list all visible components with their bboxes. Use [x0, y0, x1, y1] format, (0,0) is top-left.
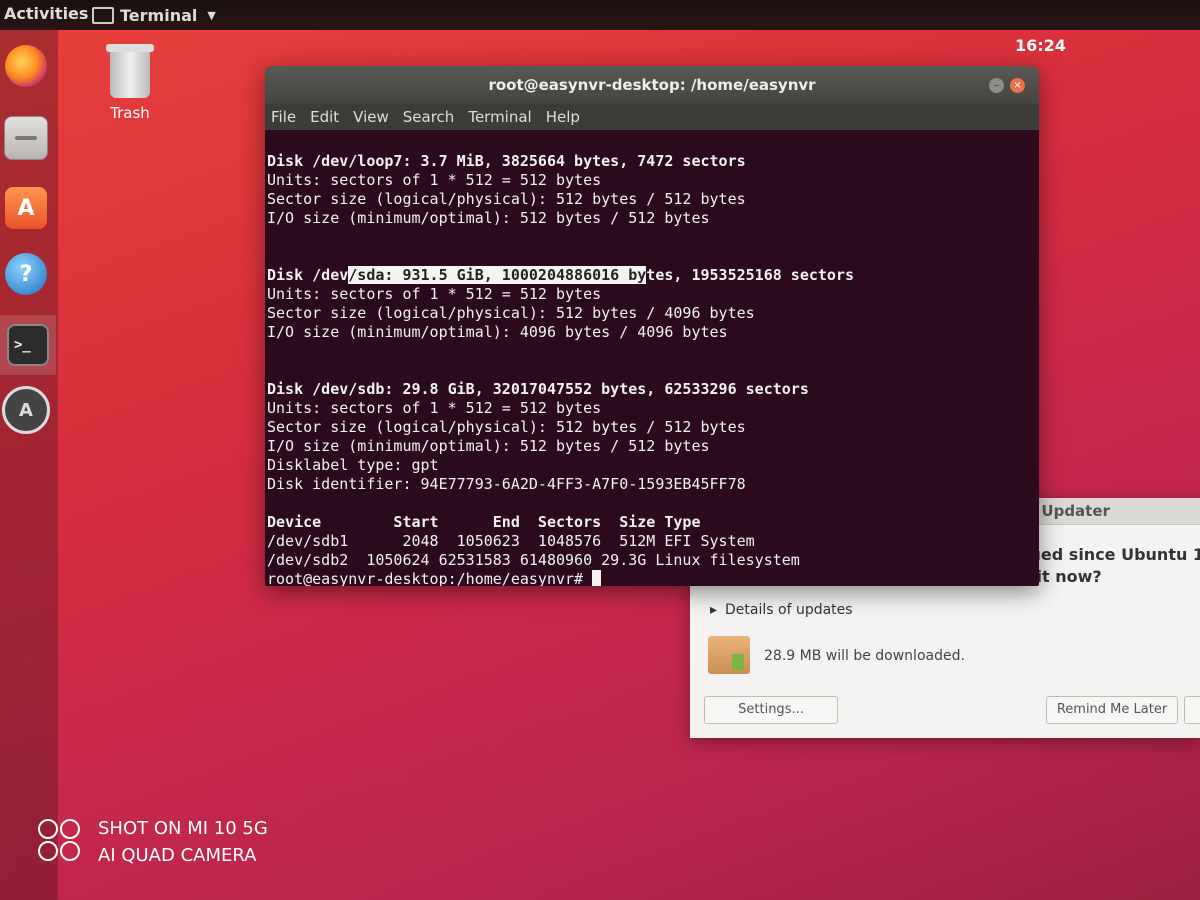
files-icon [4, 116, 48, 160]
dock-software-updater[interactable]: A [0, 384, 52, 436]
terminal-output[interactable]: Disk /dev/loop7: 3.7 MiB, 3825664 bytes,… [265, 130, 1039, 586]
loop7-io: I/O size (minimum/optimal): 512 bytes / … [267, 209, 710, 227]
sdb-sector: Sector size (logical/physical): 512 byte… [267, 418, 746, 436]
sdb-disklabel: Disklabel type: gpt [267, 456, 439, 474]
window-title[interactable]: root@easynvr-desktop: /home/easynvr [265, 66, 1039, 104]
partition-table-header: Device Start End Sectors Size Type [267, 513, 701, 531]
menu-search[interactable]: Search [403, 108, 455, 126]
sdb-units: Units: sectors of 1 * 512 = 512 bytes [267, 399, 602, 417]
details-label: Details of updates [725, 602, 853, 618]
close-icon[interactable]: × [1010, 78, 1025, 93]
software-icon: A [5, 187, 47, 229]
sda-io: I/O size (minimum/optimal): 4096 bytes /… [267, 323, 728, 341]
dock-files[interactable] [0, 112, 52, 164]
partition-row: /dev/sdb2 1050624 62531583 61480960 29.3… [267, 551, 800, 569]
dock-help[interactable]: ? [0, 248, 52, 300]
camera-logo-icon [38, 819, 84, 865]
terminal-window: root@easynvr-desktop: /home/easynvr – × … [265, 66, 1039, 586]
dock-software[interactable]: A [0, 182, 52, 234]
shell-prompt: root@easynvr-desktop:/home/easynvr# [267, 570, 593, 586]
sda-header: Disk /dev/sda: 931.5 GiB, 1000204886016 … [267, 266, 1039, 285]
clock[interactable]: 16:24 [1015, 36, 1066, 55]
desktop-trash[interactable]: Trash [100, 44, 160, 122]
terminal-menubar: File Edit View Search Terminal Help [265, 104, 1039, 130]
expander-arrow-icon: ▸ [710, 602, 718, 618]
sda-header-post: tes, 1953525168 sectors [646, 266, 855, 284]
top-bar: Activities Terminal ▼ [0, 0, 1200, 30]
trash-icon [106, 44, 154, 98]
selection-highlight: /sda: 931.5 GiB, 1000204886016 by [348, 266, 647, 284]
app-menu-label: Terminal [120, 6, 198, 25]
minimize-icon[interactable]: – [989, 78, 1004, 93]
updater-message-line1: sued since Ubuntu 18.0 [1020, 545, 1200, 564]
sdb-io: I/O size (minimum/optimal): 512 bytes / … [267, 437, 710, 455]
sdb-header: Disk /dev/sdb: 29.8 GiB, 32017047552 byt… [267, 380, 809, 398]
loop7-sector: Sector size (logical/physical): 512 byte… [267, 190, 746, 208]
sdb-identifier: Disk identifier: 94E77793-6A2D-4FF3-A7F0… [267, 475, 746, 493]
app-menu[interactable]: Terminal ▼ [92, 6, 216, 25]
menu-help[interactable]: Help [546, 108, 580, 126]
settings-button[interactable]: Settings... [704, 696, 838, 724]
sda-header-pre: Disk /dev [267, 266, 349, 284]
install-now-button[interactable] [1184, 696, 1200, 724]
sda-sector: Sector size (logical/physical): 512 byte… [267, 304, 755, 322]
menu-file[interactable]: File [271, 108, 296, 126]
camera-watermark: SHOT ON MI 10 5G AI QUAD CAMERA [38, 815, 268, 869]
software-updater-icon: A [2, 386, 50, 434]
trash-label: Trash [110, 104, 150, 122]
menu-terminal[interactable]: Terminal [468, 108, 531, 126]
menu-edit[interactable]: Edit [310, 108, 339, 126]
dock-terminal[interactable]: >_ [0, 315, 56, 375]
details-expander[interactable]: ▸ Details of updates [710, 602, 853, 618]
package-icon [708, 636, 750, 674]
loop7-units: Units: sectors of 1 * 512 = 512 bytes [267, 171, 602, 189]
remind-me-later-button[interactable]: Remind Me Later [1046, 696, 1178, 724]
dock: A ? >_ A [0, 30, 58, 900]
shell-prompt-line[interactable]: root@easynvr-desktop:/home/easynvr# [267, 570, 1039, 586]
firefox-icon [5, 45, 47, 87]
activities-button[interactable]: Activities [4, 4, 88, 23]
partition-row: /dev/sdb1 2048 1050623 1048576 512M EFI … [267, 532, 755, 550]
loop7-header: Disk /dev/loop7: 3.7 MiB, 3825664 bytes,… [267, 152, 746, 170]
updater-message: sued since Ubuntu 18.0 ll it now? [1020, 544, 1200, 588]
menu-view[interactable]: View [353, 108, 389, 126]
watermark-line2: AI QUAD CAMERA [98, 845, 257, 866]
chevron-down-icon: ▼ [207, 9, 216, 22]
sda-units: Units: sectors of 1 * 512 = 512 bytes [267, 285, 602, 303]
terminal-icon: >_ [7, 324, 49, 366]
terminal-app-icon [92, 7, 114, 24]
help-icon: ? [5, 253, 47, 295]
download-size: 28.9 MB will be downloaded. [764, 648, 965, 664]
watermark-line1: SHOT ON MI 10 5G [98, 818, 268, 839]
text-cursor [592, 570, 602, 586]
dock-firefox[interactable] [0, 40, 52, 92]
